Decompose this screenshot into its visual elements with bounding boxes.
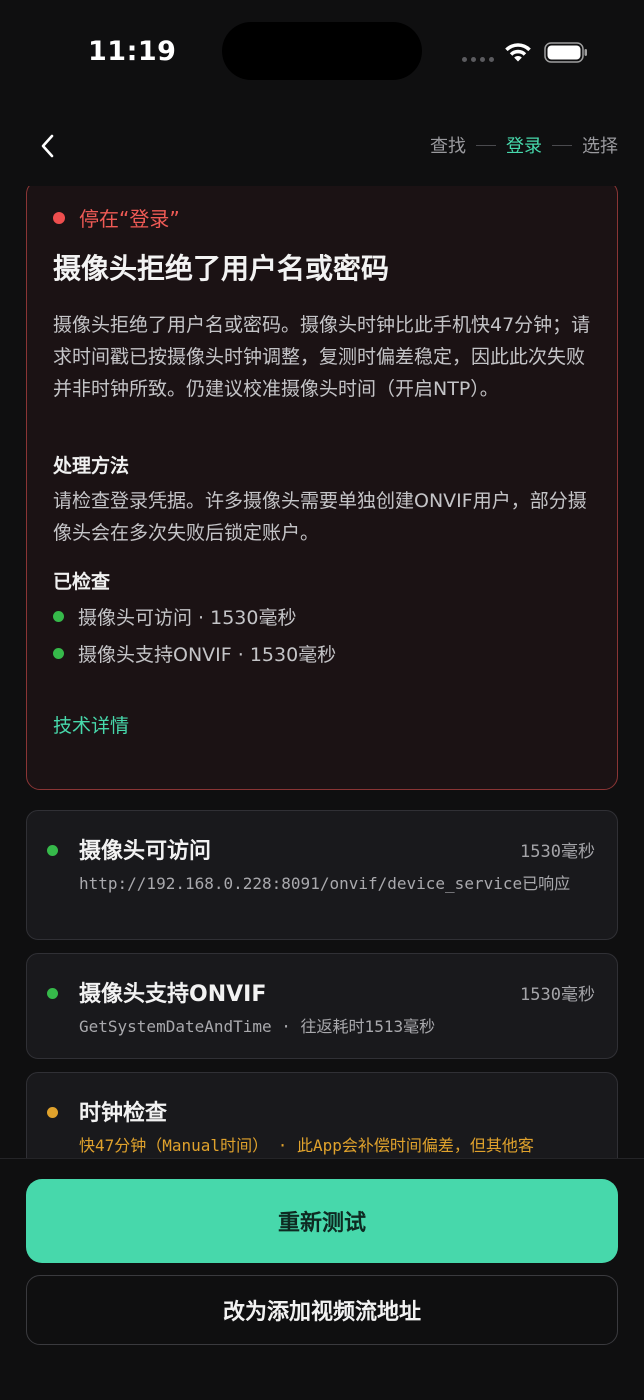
checked-item-label: 摄像头可访问 · 1530毫秒 [78, 607, 297, 629]
ok-status-dot [53, 611, 64, 622]
signal-dots-icon [462, 57, 494, 62]
dynamic-island [222, 22, 422, 80]
stop-label: 停在“登录” [79, 207, 180, 231]
status-bar: 11:19 [0, 0, 644, 100]
tech-details-link[interactable]: 技术详情 [53, 711, 129, 738]
add-stream-url-button[interactable]: 改为添加视频流地址 [26, 1275, 618, 1345]
step-login: 登录 [506, 136, 542, 157]
step-indicator: 查找 登录 选择 [430, 132, 618, 158]
step-card-title: 摄像头支持ONVIF [79, 982, 267, 1007]
battery-icon [544, 42, 587, 63]
stop-indicator: 停在“登录” [53, 203, 180, 232]
ok-status-dot [53, 648, 64, 659]
warn-status-dot [47, 1107, 58, 1118]
step-separator [552, 144, 572, 146]
error-status-dot [53, 211, 65, 224]
wifi-icon [505, 43, 531, 62]
header: 查找 登录 选择 [0, 110, 644, 180]
error-description: 摄像头拒绝了用户名或密码。摄像头时钟比此手机快47分钟；请求时间戳已按摄像头时钟… [53, 314, 591, 400]
step-separator [476, 144, 496, 146]
error-card: 停在“登录” 摄像头拒绝了用户名或密码 摄像头拒绝了用户名或密码。摄像头时钟比此… [26, 186, 618, 790]
error-title: 摄像头拒绝了用户名或密码 [53, 252, 390, 285]
ok-status-dot [47, 845, 58, 856]
bottom-action-bar: 重新测试 改为添加视频流地址 [0, 1158, 644, 1400]
step-card-onvif: 摄像头支持ONVIF 1530毫秒 GetSystemDateAndTime ·… [26, 953, 618, 1059]
step-card-detail: GetSystemDateAndTime · 往返耗时1513毫秒 [79, 1017, 436, 1036]
chevron-left-icon [41, 134, 54, 158]
step-card-title: 摄像头可访问 [79, 839, 212, 864]
howto-heading: 处理方法 [53, 455, 130, 477]
step-card-time: 1530毫秒 [520, 842, 595, 862]
step-find: 查找 [430, 136, 466, 157]
step-card-title: 时钟检查 [79, 1101, 168, 1126]
checked-heading: 已检查 [53, 571, 111, 593]
step-card-clock: 时钟检查 快47分钟（Manual时间） · 此App会补偿时间偏差，但其他客 [26, 1072, 618, 1158]
checked-item: 摄像头支持ONVIF · 1530毫秒 [53, 640, 336, 667]
checked-item-label: 摄像头支持ONVIF · 1530毫秒 [78, 644, 337, 666]
back-button[interactable] [30, 128, 66, 164]
checked-item: 摄像头可访问 · 1530毫秒 [53, 603, 296, 630]
step-card-detail: http://192.168.0.228:8091/onvif/device_s… [79, 874, 571, 893]
status-time: 11:19 [88, 36, 177, 67]
step-select: 选择 [582, 136, 618, 157]
ok-status-dot [47, 988, 58, 999]
retest-button[interactable]: 重新测试 [26, 1179, 618, 1263]
step-card-reachable: 摄像头可访问 1530毫秒 http://192.168.0.228:8091/… [26, 810, 618, 940]
content-scroll[interactable]: 停在“登录” 摄像头拒绝了用户名或密码 摄像头拒绝了用户名或密码。摄像头时钟比此… [0, 186, 644, 1158]
howto-text: 请检查登录凭据。许多摄像头需要单独创建ONVIF用户，部分摄像头会在多次失败后锁… [53, 490, 587, 544]
step-card-time: 1530毫秒 [520, 985, 595, 1005]
step-card-detail: 快47分钟（Manual时间） · 此App会补偿时间偏差，但其他客 [79, 1136, 534, 1155]
